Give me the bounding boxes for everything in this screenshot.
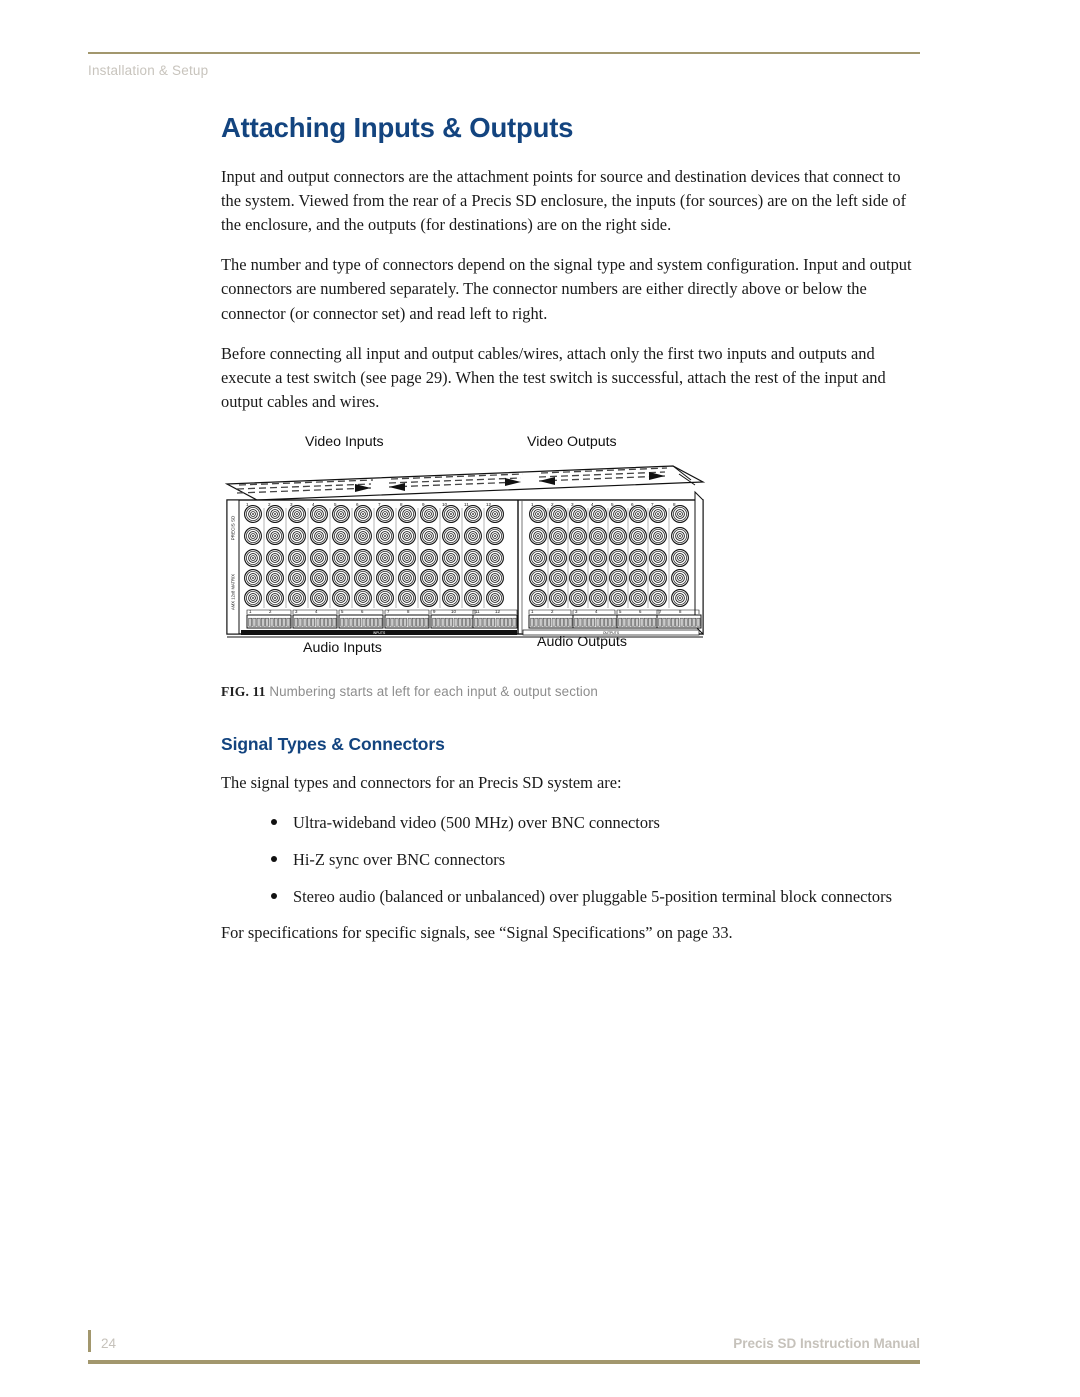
list-item-label: Hi-Z sync over BNC connectors [293, 849, 506, 869]
figure-spacer [221, 708, 921, 734]
list-item-label: Stereo audio (balanced or unbalanced) ov… [293, 886, 892, 906]
svg-text:1: 1 [246, 502, 249, 507]
list-item: Hi-Z sync over BNC connectors [221, 848, 921, 872]
svg-text:1: 1 [531, 502, 534, 507]
footer-row: 24 Precis SD Instruction Manual [88, 1330, 920, 1356]
svg-text:6: 6 [631, 502, 634, 507]
paragraph-test-switch: Before connecting all input and output c… [221, 343, 886, 411]
svg-text:2: 2 [551, 502, 554, 507]
section-intro: The signal types and connectors for an P… [221, 772, 622, 792]
signal-types-list: Ultra-wideband video (500 MHz) over BNC … [221, 811, 921, 908]
svg-text:11: 11 [464, 502, 469, 507]
figure-label-video-outputs: Video Outputs [527, 433, 617, 450]
figure-number: FIG. 11 [221, 683, 266, 699]
svg-text:2: 2 [268, 502, 271, 507]
svg-text:9: 9 [422, 502, 425, 507]
panel-model-text: AMX 12x8 MATRIX [231, 574, 236, 610]
manual-title: Precis SD Instruction Manual [733, 1336, 920, 1351]
svg-text:12: 12 [486, 502, 492, 507]
list-item-label: Ultra-wideband video (500 MHz) over BNC … [293, 813, 660, 833]
list-item: Ultra-wideband video (500 MHz) over BNC … [221, 811, 921, 835]
panel-top-face [224, 465, 706, 501]
paragraph-intro: Input and output connectors are the atta… [221, 167, 907, 235]
svg-text:4: 4 [312, 502, 315, 507]
section-heading-signal-types: Signal Types & Connectors [221, 733, 445, 754]
svg-text:7: 7 [651, 502, 654, 507]
footer-tick-mark [88, 1330, 91, 1352]
bullet-icon [271, 855, 277, 862]
paragraph-specifications-reference: For specifications for specific signals,… [221, 923, 733, 943]
content-column: Attaching Inputs & Outputs Input and out… [221, 112, 921, 946]
svg-text:5: 5 [334, 502, 337, 507]
bullet-icon [271, 819, 277, 826]
outputs-section-label: OUTPUTS [603, 631, 620, 635]
figure-caption: FIG. 11 Numbering starts at left for eac… [221, 684, 921, 700]
figure-label-video-inputs: Video Inputs [305, 433, 384, 450]
page-footer: 24 Precis SD Instruction Manual [88, 1330, 920, 1364]
inputs-section-label: INPUTS [373, 631, 386, 635]
svg-text:8: 8 [400, 502, 403, 507]
rear-panel-illustration: PRECIS SD AMX 12x8 MATRIX 1 2 3 4 5 6 7 … [224, 465, 706, 638]
panel-brand-text: PRECIS SD [231, 515, 236, 540]
bullet-icon [271, 892, 277, 899]
footer-rule [88, 1360, 920, 1364]
figure-11: Video Inputs Video Outputs Audio Inputs … [221, 434, 921, 700]
header-rule [88, 52, 920, 54]
svg-text:8: 8 [673, 502, 676, 507]
breadcrumb: Installation & Setup [88, 63, 209, 78]
svg-text:6: 6 [356, 502, 359, 507]
page-title: Attaching Inputs & Outputs [221, 112, 574, 143]
svg-text:3: 3 [290, 502, 293, 507]
paragraph-numbering: The number and type of connectors depend… [221, 255, 912, 323]
svg-text:10: 10 [442, 502, 448, 507]
list-item: Stereo audio (balanced or unbalanced) ov… [221, 885, 921, 909]
figure-canvas: Video Inputs Video Outputs Audio Inputs … [221, 434, 711, 674]
svg-text:7: 7 [378, 502, 381, 507]
svg-text:4: 4 [591, 502, 594, 507]
svg-text:3: 3 [571, 502, 574, 507]
page-number: 24 [101, 1336, 117, 1351]
page-header: Installation & Setup [88, 52, 920, 78]
figure-caption-text: Numbering starts at left for each input … [269, 683, 598, 699]
svg-text:5: 5 [611, 502, 614, 507]
